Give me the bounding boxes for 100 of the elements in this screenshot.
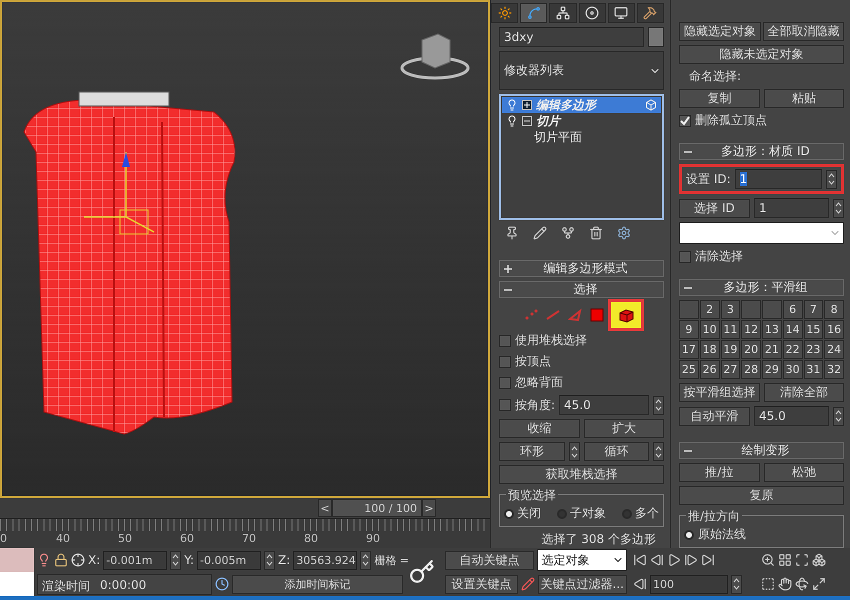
frame-icon[interactable] [795,553,809,567]
time-slider[interactable]: 100 / 100 [332,499,422,517]
smoothing-group-button[interactable]: 14 [782,320,802,339]
grow-button[interactable]: 扩大 [584,419,664,438]
collapse-icon[interactable] [522,116,532,126]
hide-button[interactable]: 全部取消隐藏 [762,22,844,41]
smoothing-group-button[interactable]: 18 [700,340,720,359]
maximize-icon[interactable] [812,577,826,591]
radio-button[interactable] [504,508,514,518]
get-stack-selection-button[interactable]: 获取堆栈选择 [499,465,664,484]
play-icon[interactable] [667,553,681,567]
checkbox[interactable] [499,356,511,368]
smoothing-group-button[interactable]: 2 [700,300,720,319]
key-icon[interactable] [409,559,435,585]
smoothing-group-button[interactable]: 19 [720,340,740,359]
radio-button[interactable] [684,530,694,540]
pan-icon[interactable] [778,577,792,591]
timeline-ruler[interactable]: 0 40 50 60 70 80 90 [0,518,490,548]
select-id-button[interactable]: 选择 ID [679,198,750,218]
material-dropdown[interactable] [679,222,844,244]
smoothing-group-button[interactable]: 24 [824,340,844,359]
smoothing-group-button[interactable]: 7 [804,300,824,319]
x-field[interactable]: -0.001m [103,550,168,570]
paint-deform-button[interactable]: 松弛 [764,463,844,482]
spinner[interactable] [360,550,372,570]
smoothing-group-button[interactable]: 13 [762,320,782,339]
skip-back-icon[interactable] [633,553,647,567]
auto-key-button[interactable]: 自动关键点 [445,550,534,570]
key-filters-button[interactable]: 关键点过滤器... [538,574,627,594]
subobject-button[interactable] [610,302,640,328]
orbit-icon[interactable] [795,577,809,591]
smoothing-group-button[interactable]: 23 [804,340,824,359]
smoothing-group-button[interactable]: 26 [700,360,720,379]
boxes-icon[interactable] [812,553,826,567]
previous-frame-button[interactable]: < [318,499,332,517]
spinner[interactable] [653,396,664,414]
hide-button[interactable]: 隐藏选定对象 [679,22,760,41]
auto-smooth-button[interactable]: 自动平滑 [679,406,750,426]
color-swatch[interactable] [648,27,664,47]
smoothing-group-button[interactable]: 6 [782,300,802,319]
smoothing-group-button[interactable]: 11 [720,320,740,339]
modifier-list-dropdown[interactable]: 修改器列表 [499,51,664,90]
select-id-field[interactable]: 1 [754,198,829,218]
step-back-icon[interactable] [633,577,647,591]
smoothing-group-button[interactable]: 10 [700,320,720,339]
smoothing-group-button[interactable]: 15 [804,320,824,339]
spinner[interactable] [568,442,580,461]
object-name-field[interactable]: 3dxy [499,27,644,47]
hide-unselected-button[interactable]: 隐藏未选定对象 [679,45,844,64]
crosshair-icon[interactable] [71,553,85,567]
smoothing-group-button[interactable]: 25 [679,360,699,379]
radio-button[interactable] [622,508,632,518]
smoothing-group-button[interactable]: 8 [824,300,844,319]
spinner[interactable] [264,550,276,570]
checkbox[interactable] [499,334,511,346]
smoothing-group-button[interactable]: 30 [782,360,802,379]
step-forward-icon[interactable] [684,553,698,567]
checkbox[interactable] [679,114,691,126]
next-frame-button[interactable]: > [422,499,436,517]
pin-icon[interactable] [505,226,519,240]
z-field[interactable]: 30563.924 [293,550,358,570]
smoothing-group-button[interactable]: 9 [679,320,699,339]
angle-field[interactable]: 45.0 [559,395,649,415]
set-key-button[interactable]: 设置关键点 [445,574,518,594]
revert-button[interactable]: 复原 [679,486,844,505]
panel-tab[interactable] [636,3,664,23]
smoothing-group-button[interactable]: 12 [741,320,761,339]
paint-deform-button[interactable]: 推/拉 [679,463,760,482]
ring-button[interactable]: 环形 [499,442,564,461]
select-by-group-button[interactable]: 按平滑组选择 [679,383,760,402]
rollout-header[interactable]: 编辑多边形模式 [499,260,664,277]
smoothing-group-button[interactable]: 3 [720,300,740,319]
pencil-icon[interactable] [533,226,547,240]
stack-item[interactable]: 切片 [502,113,661,129]
smoothing-group-button[interactable]: 32 [824,360,844,379]
zoom-icon[interactable] [761,553,775,567]
threshold-field[interactable]: 45.0 [754,406,829,426]
smoothing-group-button[interactable]: 17 [679,340,699,359]
loop-button[interactable]: 循环 [584,442,649,461]
add-time-tag-button[interactable]: 添加时间标记 [232,574,403,594]
grid-icon[interactable] [778,553,792,567]
pencil-icon[interactable] [520,577,535,591]
panel-tab[interactable] [578,3,606,23]
clear-all-button[interactable]: 清除全部 [764,383,844,402]
skip-forward-icon[interactable] [701,553,715,567]
named-selection-button[interactable]: 复制 [679,89,760,108]
stack-item[interactable]: 切片平面 [502,129,661,145]
key-mode-dropdown[interactable]: 选定对象 [536,549,627,571]
smoothing-group-button[interactable]: 29 [762,360,782,379]
shrink-button[interactable]: 收缩 [499,419,580,438]
spinner[interactable] [833,198,844,218]
panel-tab[interactable] [520,3,548,23]
dashed-square-icon[interactable] [761,577,775,591]
smoothing-group-button[interactable]: 20 [741,340,761,359]
settings-icon[interactable] [617,226,631,240]
clock-icon[interactable] [215,577,229,591]
rollout-header[interactable]: 绘制变形 [679,442,844,459]
radio-button[interactable] [557,508,567,518]
step-back-icon[interactable] [650,553,664,567]
panel-tab[interactable] [491,3,518,23]
